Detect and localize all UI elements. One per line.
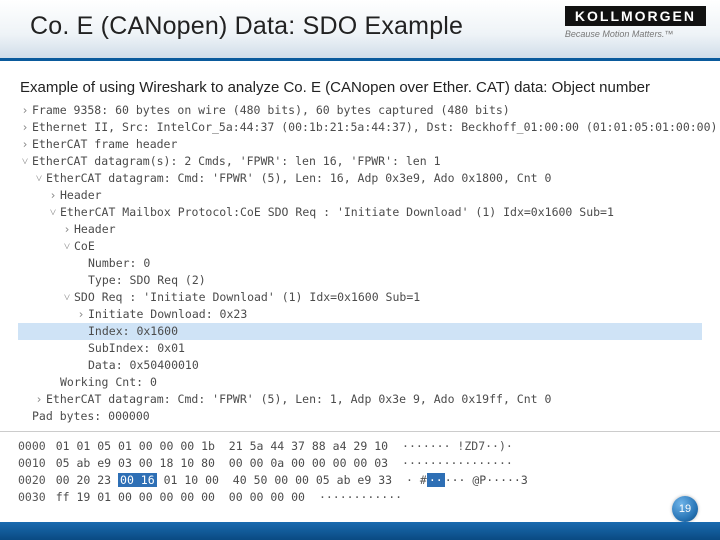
tree-row[interactable]: ›Frame 9358: 60 bytes on wire (480 bits)…	[18, 102, 702, 119]
brand-logo: KOLLMORGEN	[565, 6, 706, 26]
brand-tagline: Because Motion Matters.™	[565, 29, 706, 39]
chevron-down-icon: ˅	[46, 204, 60, 221]
slide-header: Co. E (CANopen) Data: SDO Example KOLLMO…	[0, 0, 720, 61]
page-title: Co. E (CANopen) Data: SDO Example	[30, 12, 463, 41]
tree-row-selected[interactable]: Index: 0x1600	[18, 323, 702, 340]
hex-row[interactable]: 0030ff 19 01 00 00 00 00 00 00 00 00 00·…	[18, 489, 702, 506]
tree-row[interactable]: ˅EtherCAT datagram(s): 2 Cmds, 'FPWR': l…	[18, 153, 702, 170]
chevron-right-icon: ›	[18, 136, 32, 153]
chevron-right-icon: ›	[32, 391, 46, 408]
hex-row[interactable]: 000001 01 05 01 00 00 00 1b 21 5a 44 37 …	[18, 438, 702, 455]
hex-row[interactable]: 001005 ab e9 03 00 18 10 80 00 00 0a 00 …	[18, 455, 702, 472]
tree-row[interactable]: ˅EtherCAT Mailbox Protocol:CoE SDO Req :…	[18, 204, 702, 221]
hex-highlight: 00 16	[118, 473, 157, 487]
chevron-right-icon: ›	[46, 187, 60, 204]
tree-row[interactable]: ›EtherCAT datagram: Cmd: 'FPWR' (5), Len…	[18, 391, 702, 408]
tree-row-leaf[interactable]: Working Cnt: 0	[18, 374, 702, 391]
chevron-down-icon: ˅	[18, 153, 32, 170]
subtitle: Example of using Wireshark to analyze Co…	[20, 79, 720, 96]
tree-row-leaf[interactable]: Data: 0x50400010	[18, 357, 702, 374]
tree-row[interactable]: ›Initiate Download: 0x23	[18, 306, 702, 323]
chevron-down-icon: ˅	[60, 289, 74, 306]
chevron-right-icon: ›	[18, 119, 32, 136]
tree-row-leaf[interactable]: Pad bytes: 000000	[18, 408, 702, 425]
tree-row[interactable]: ›Ethernet II, Src: IntelCor_5a:44:37 (00…	[18, 119, 702, 136]
tree-row-leaf[interactable]: Type: SDO Req (2)	[18, 272, 702, 289]
brand-block: KOLLMORGEN Because Motion Matters.™	[565, 6, 706, 39]
tree-row[interactable]: ˅SDO Req : 'Initiate Download' (1) Idx=0…	[18, 289, 702, 306]
chevron-down-icon: ˅	[60, 238, 74, 255]
hex-highlight: ··	[427, 473, 445, 487]
tree-row[interactable]: ›Header	[18, 187, 702, 204]
footer-bar	[0, 522, 720, 540]
tree-row[interactable]: ˅CoE	[18, 238, 702, 255]
divider	[0, 431, 720, 432]
tree-row[interactable]: ˅EtherCAT datagram: Cmd: 'FPWR' (5), Len…	[18, 170, 702, 187]
page-number-badge: 19	[672, 496, 698, 522]
chevron-right-icon: ›	[60, 221, 74, 238]
tree-row[interactable]: ›Header	[18, 221, 702, 238]
wireshark-packet-tree: ›Frame 9358: 60 bytes on wire (480 bits)…	[18, 102, 702, 425]
tree-row[interactable]: ›EtherCAT frame header	[18, 136, 702, 153]
tree-row-leaf[interactable]: Number: 0	[18, 255, 702, 272]
tree-row-leaf[interactable]: SubIndex: 0x01	[18, 340, 702, 357]
chevron-right-icon: ›	[18, 102, 32, 119]
hex-dump: 000001 01 05 01 00 00 00 1b 21 5a 44 37 …	[18, 438, 702, 506]
hex-row[interactable]: 002000 20 23 00 16 01 10 00 40 50 00 00 …	[18, 472, 702, 489]
chevron-down-icon: ˅	[32, 170, 46, 187]
chevron-right-icon: ›	[74, 306, 88, 323]
